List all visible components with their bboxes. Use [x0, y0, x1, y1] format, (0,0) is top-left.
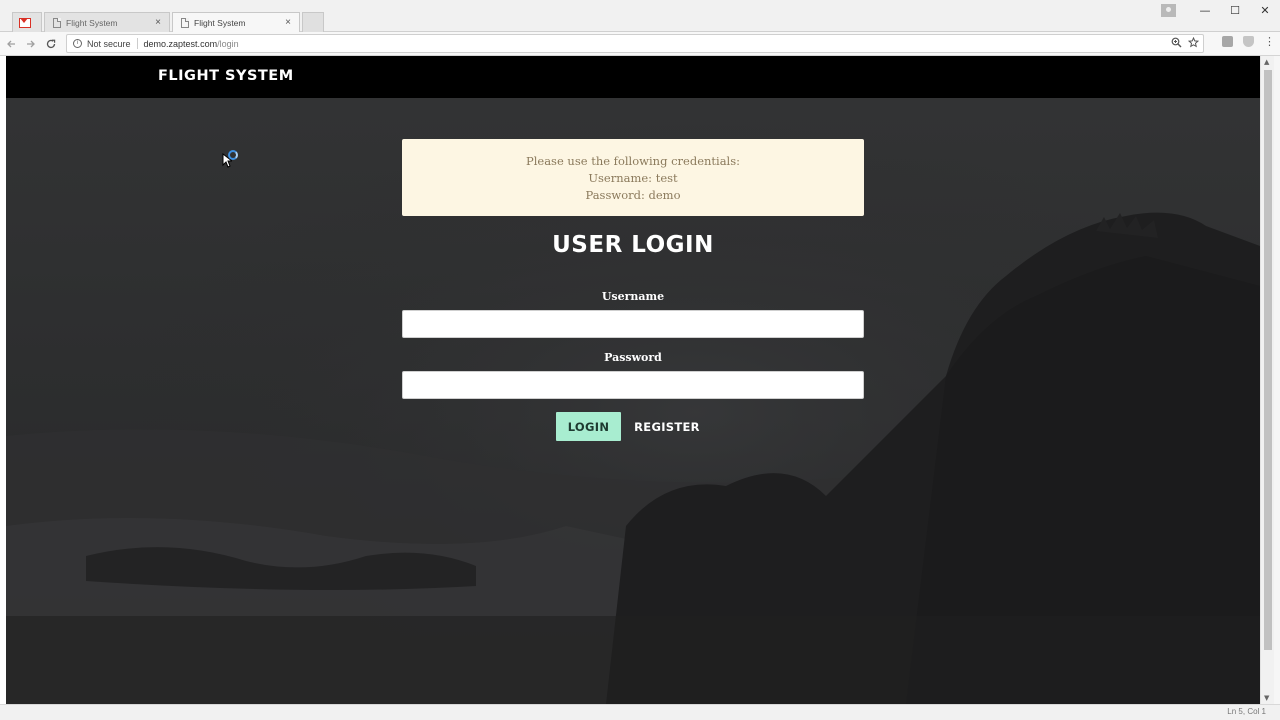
- scroll-down-icon[interactable]: ▼: [1264, 694, 1269, 702]
- site-brand[interactable]: FLIGHT SYSTEM: [158, 68, 294, 84]
- browser-toolbar: i Not secure demo.zaptest.com /login ⋮: [0, 32, 1280, 56]
- zoom-icon[interactable]: [1171, 37, 1182, 48]
- scrollbar-thumb[interactable]: [1264, 70, 1272, 650]
- url-path: /login: [217, 38, 239, 49]
- tab-flight-system-1[interactable]: Flight System ×: [44, 12, 170, 32]
- info-icon[interactable]: i: [73, 39, 82, 48]
- shield-icon[interactable]: [1243, 36, 1254, 47]
- credentials-intro: Please use the following credentials:: [525, 154, 741, 168]
- tab-title: Flight System: [66, 17, 118, 28]
- star-icon[interactable]: [1188, 37, 1199, 48]
- forward-button[interactable]: [22, 35, 40, 53]
- address-bar[interactable]: i Not secure demo.zaptest.com /login: [66, 34, 1204, 53]
- site-header: FLIGHT SYSTEM: [6, 56, 1260, 98]
- username-label: Username: [601, 290, 665, 303]
- reload-button[interactable]: [42, 35, 60, 53]
- window-edge: [1274, 56, 1280, 720]
- maximize-button[interactable]: ☐: [1220, 0, 1250, 20]
- close-window-button[interactable]: ✕: [1250, 0, 1280, 20]
- scroll-up-icon[interactable]: ▲: [1264, 58, 1269, 66]
- username-input[interactable]: [402, 310, 864, 338]
- security-label: Not secure: [87, 38, 131, 49]
- kebab-menu-icon[interactable]: ⋮: [1264, 36, 1275, 47]
- gmail-icon: [19, 17, 31, 28]
- password-label: Password: [604, 351, 662, 364]
- extension-icon[interactable]: [1222, 36, 1233, 47]
- status-text: Ln 5, Col 1: [1227, 707, 1266, 716]
- busy-spinner-icon: [228, 150, 238, 160]
- tab-title: Flight System: [194, 17, 246, 28]
- minimize-button[interactable]: —: [1190, 0, 1220, 20]
- reload-icon: [46, 39, 56, 48]
- tab-close-icon[interactable]: ×: [155, 17, 161, 28]
- tab-strip: Flight System × Flight System × — ☐ ✕: [0, 0, 1280, 32]
- separator: [136, 38, 138, 49]
- omnibox-actions: [1171, 37, 1199, 48]
- arrow-left-icon: [7, 40, 15, 47]
- tab-flight-system-2[interactable]: Flight System ×: [172, 12, 300, 32]
- url-host: demo.zaptest.com: [143, 38, 218, 49]
- arrow-right-icon: [27, 40, 35, 47]
- credentials-password: Password: demo: [585, 188, 681, 202]
- tab-gmail[interactable]: [12, 12, 42, 32]
- tab-close-icon[interactable]: ×: [285, 17, 291, 28]
- page-title: USER LOGIN: [552, 232, 714, 258]
- window-controls: — ☐ ✕: [1161, 0, 1280, 20]
- status-bar: Ln 5, Col 1: [0, 704, 1280, 720]
- page-scrollbar[interactable]: ▲ ▼: [1260, 56, 1274, 704]
- password-input[interactable]: [402, 371, 864, 399]
- user-profile-icon[interactable]: [1161, 3, 1176, 17]
- credentials-username: Username: test: [588, 171, 678, 185]
- back-button[interactable]: [2, 35, 20, 53]
- page-icon: [181, 17, 189, 28]
- extension-icons: ⋮: [1222, 36, 1275, 47]
- credentials-notice: Please use the following credentials: Us…: [402, 139, 864, 216]
- new-tab-button[interactable]: [302, 12, 324, 32]
- register-button[interactable]: REGISTER: [630, 412, 704, 441]
- page-viewport: FLIGHT SYSTEM Please use the following c…: [6, 56, 1260, 704]
- login-button[interactable]: LOGIN: [556, 412, 621, 441]
- page-icon: [53, 17, 61, 28]
